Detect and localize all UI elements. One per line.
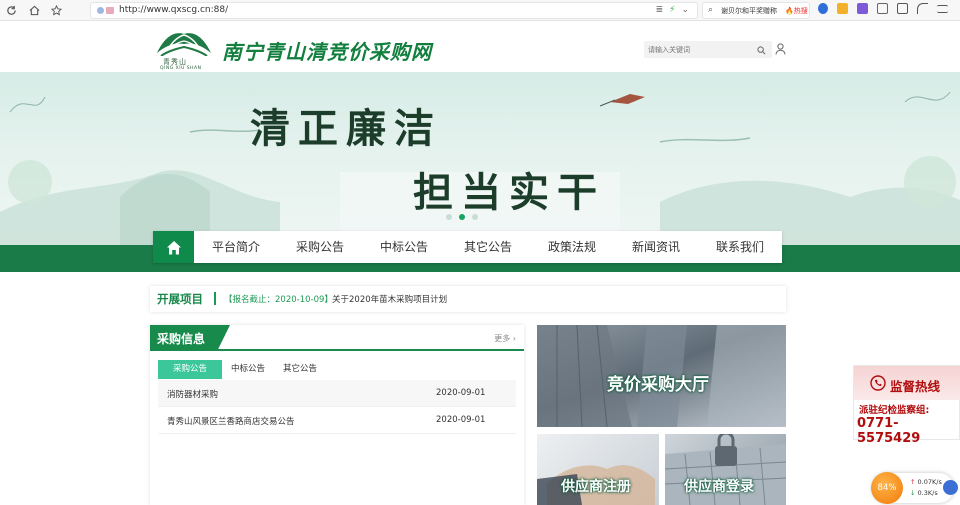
reader-mode-icon[interactable]: ≣ <box>656 5 664 15</box>
nav-item-award[interactable]: 中标公告 <box>362 231 446 263</box>
url-text[interactable]: http://www.qxscg.cn:88/ <box>119 5 228 15</box>
accelerate-icon[interactable]: ⚡ <box>669 5 675 15</box>
home-icon <box>166 240 181 254</box>
bidding-hall-tile[interactable]: 竞价采购大厅 <box>537 325 786 427</box>
phone-icon <box>870 375 886 394</box>
ticker-divider <box>214 292 216 305</box>
upload-arrow-icon: ↑ <box>910 478 916 486</box>
hotline-title: 监督热线 <box>890 379 941 394</box>
browser-search-icon: ⌕ <box>708 5 714 15</box>
upload-speed: ↑ 0.07K/s <box>910 478 942 486</box>
project-ticker: 开展项目 【报名截止：2020-10-09】 关于2020年苗木采购项目计划 <box>150 286 786 312</box>
hotline-number: 0771-5575429 <box>857 416 921 446</box>
list-item-title[interactable]: 青秀山风景区兰香路商店交易公告 <box>167 415 295 427</box>
nav-item-policy[interactable]: 政策法规 <box>530 231 614 263</box>
supplier-register-label[interactable]: 供应商注册 <box>561 476 631 496</box>
nav-item-procurement[interactable]: 采购公告 <box>278 231 362 263</box>
network-speed-widget[interactable]: 84% ↑ 0.07K/s ↓ 0.3K/s <box>871 472 958 504</box>
list-item-date: 2020-09-01 <box>436 388 486 398</box>
site-security-icon[interactable] <box>97 7 104 14</box>
procurement-panel: 采购信息 更多 › 采购公告 中标公告 其它公告 消防器材采购 2020-09-… <box>150 325 524 505</box>
nav-item-contact[interactable]: 联系我们 <box>698 231 782 263</box>
upload-speed-value: 0.07K/s <box>917 478 942 486</box>
nav-item-about[interactable]: 平台简介 <box>194 231 278 263</box>
ticker-link[interactable]: 关于2020年苗木采购项目计划 <box>332 293 447 305</box>
carousel-dot[interactable] <box>472 214 478 220</box>
browser-search-box[interactable]: ⌕ 谢贝尔和平奖赠称 🔥热搜 <box>702 2 810 19</box>
panel-header: 采购信息 更多 › <box>150 325 524 351</box>
site-search-box <box>644 41 772 58</box>
tab-other-notice[interactable]: 其它公告 <box>274 360 326 379</box>
notice-list: 消防器材采购 2020-09-01 青秀山风景区兰香路商店交易公告 2020-0… <box>158 380 516 434</box>
carousel-dot[interactable] <box>446 214 452 220</box>
procurement-tabs: 采购公告 中标公告 其它公告 <box>158 360 326 379</box>
chevron-right-icon: › <box>512 334 516 343</box>
supplier-register-tile[interactable]: 供应商注册 <box>537 434 659 505</box>
list-item-title[interactable]: 消防器材采购 <box>167 388 218 400</box>
search-extension-icon[interactable] <box>818 3 828 14</box>
url-dropdown-icon[interactable]: ⌄ <box>681 5 689 15</box>
tab-award-notice[interactable]: 中标公告 <box>222 360 274 379</box>
supplier-login-tile[interactable]: 供应商登录 <box>665 434 786 505</box>
search-icon[interactable] <box>757 45 766 58</box>
undo-icon[interactable] <box>917 3 928 14</box>
nav-item-news[interactable]: 新闻资讯 <box>614 231 698 263</box>
download-speed-value: 0.3K/s <box>917 489 938 497</box>
site-info-icon[interactable] <box>106 7 114 14</box>
scissors-icon[interactable] <box>877 3 888 14</box>
menu-icon[interactable] <box>937 5 948 13</box>
shield-extension-icon[interactable] <box>837 3 848 14</box>
supplier-login-label[interactable]: 供应商登录 <box>684 476 754 496</box>
more-label[interactable]: 更多 <box>494 334 510 343</box>
puzzle-extension-icon[interactable] <box>857 3 868 14</box>
address-bar[interactable]: http://www.qxscg.cn:88/ ≣ ⚡ ⌄ <box>90 2 698 19</box>
tab-procurement-notice[interactable]: 采购公告 <box>158 360 223 379</box>
logo-en-text: QING XIU SHAN <box>160 66 202 71</box>
home-icon[interactable] <box>27 3 42 18</box>
download-speed: ↓ 0.3K/s <box>910 489 938 497</box>
carousel-dots <box>446 214 478 220</box>
banner-slogan-line2: 担当实干 <box>413 169 605 216</box>
list-item[interactable]: 青秀山风景区兰香路商店交易公告 2020-09-01 <box>158 407 516 434</box>
list-item-date: 2020-09-01 <box>436 415 486 425</box>
more-link[interactable]: 更多 › <box>494 333 516 344</box>
hotline-widget[interactable]: 监督热线 派驻纪检监察组: 0771-5575429 <box>853 365 960 446</box>
main-nav: 平台简介 采购公告 中标公告 其它公告 政策法规 新闻资讯 联系我们 <box>153 231 782 263</box>
list-item[interactable]: 消防器材采购 2020-09-01 <box>158 380 516 407</box>
speed-percent[interactable]: 84% <box>871 472 903 504</box>
hot-search-label[interactable]: 🔥热搜 <box>785 6 808 16</box>
hero-banner[interactable]: 清正廉洁 担当实干 <box>0 72 960 247</box>
grid-apps-icon[interactable] <box>897 3 908 14</box>
browser-toolbar: http://www.qxscg.cn:88/ ≣ ⚡ ⌄ ⌕ 谢贝尔和平奖赠称… <box>0 0 960 21</box>
ticker-deadline[interactable]: 【报名截止：2020-10-09】 <box>224 293 333 305</box>
browser-search-query[interactable]: 谢贝尔和平奖赠称 <box>721 6 777 16</box>
download-arrow-icon: ↓ <box>910 489 916 497</box>
site-title[interactable]: 南宁青山清竞价采购网 <box>222 36 432 65</box>
assistant-icon[interactable] <box>943 480 958 495</box>
carousel-dot-active[interactable] <box>459 214 465 220</box>
bookmark-star-icon[interactable] <box>49 3 64 18</box>
banner-slogan-line1: 清正廉洁 <box>250 105 442 152</box>
search-input[interactable] <box>648 43 748 56</box>
ticker-title: 开展项目 <box>157 292 203 306</box>
hotline-subtitle: 派驻纪检监察组: <box>859 405 930 416</box>
panel-title: 采购信息 <box>157 332 206 346</box>
bidding-hall-label[interactable]: 竞价采购大厅 <box>607 370 709 395</box>
nav-home-button[interactable] <box>153 231 194 263</box>
user-icon[interactable] <box>775 43 786 58</box>
refresh-icon[interactable] <box>4 3 19 18</box>
nav-item-other[interactable]: 其它公告 <box>446 231 530 263</box>
